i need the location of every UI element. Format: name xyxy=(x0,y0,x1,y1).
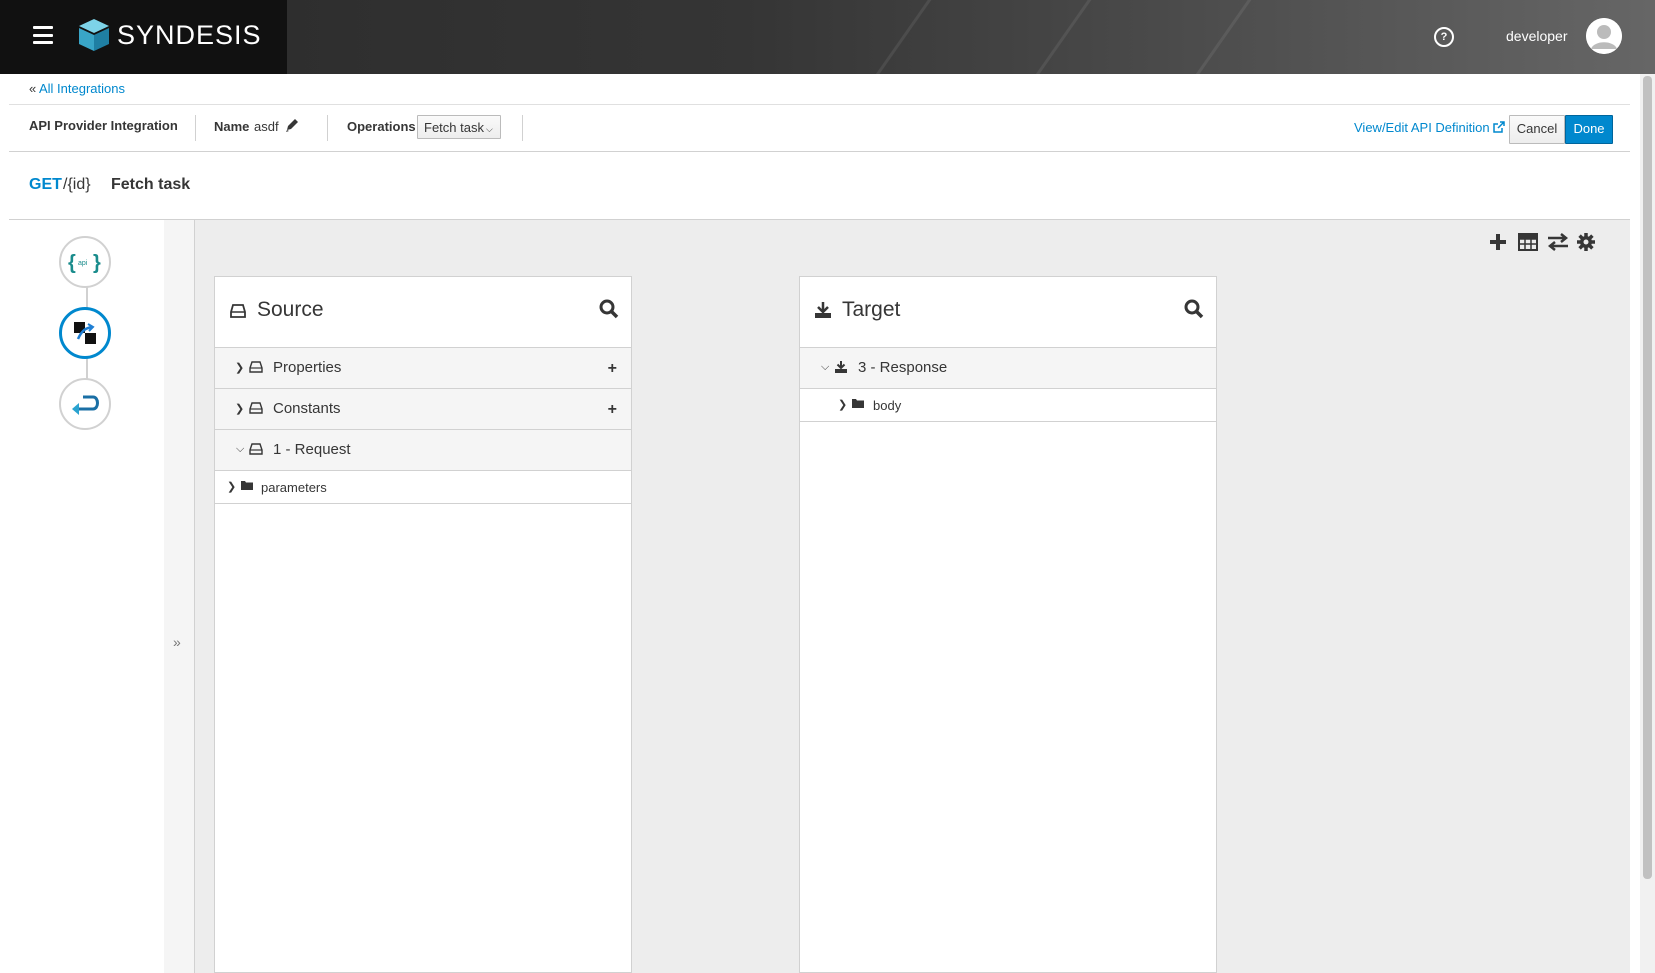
gear-icon[interactable] xyxy=(1575,232,1597,252)
operation-name: Fetch task xyxy=(111,176,191,193)
masthead-decoration xyxy=(1174,0,1269,74)
plus-icon[interactable] xyxy=(1487,232,1509,252)
chevron-right-icon[interactable]: ❯ xyxy=(235,402,244,415)
target-title: Target xyxy=(842,298,901,321)
document-label: Properties xyxy=(273,359,342,376)
search-icon[interactable] xyxy=(599,299,619,319)
view-edit-api-link[interactable]: View/Edit API Definition xyxy=(1354,120,1505,135)
source-header: Source xyxy=(215,277,631,348)
source-document-constants[interactable]: ❯ Constants + xyxy=(215,389,631,430)
collapse-panel: » xyxy=(164,220,195,973)
integration-toolbar: API Provider Integration Name asdf Opera… xyxy=(9,105,1630,152)
download-icon xyxy=(835,361,847,373)
return-step[interactable] xyxy=(59,378,111,430)
brand-name: SYNDESIS xyxy=(117,20,262,50)
http-method: GET xyxy=(29,176,62,193)
hdd-icon xyxy=(249,361,263,373)
source-panel: Source ❯ Properties + ❯ Constants + ⌵ 1 … xyxy=(214,276,632,973)
download-icon xyxy=(815,302,831,318)
mapper-icon xyxy=(74,322,96,344)
hamburger-icon[interactable] xyxy=(33,26,53,44)
return-arrow-icon xyxy=(72,395,99,415)
chevron-down-icon[interactable]: ⌵ xyxy=(236,443,244,456)
done-button[interactable]: Done xyxy=(1565,115,1613,144)
table-icon[interactable] xyxy=(1517,232,1539,252)
scrollbar-thumb[interactable] xyxy=(1643,76,1652,879)
syndesis-logo-icon xyxy=(79,19,109,51)
integration-type-title: API Provider Integration xyxy=(29,118,178,133)
operations-dropdown[interactable]: Fetch task ⌵ xyxy=(417,115,501,139)
source-title: Source xyxy=(257,298,324,321)
data-mapper-canvas: Source ❯ Properties + ❯ Constants + ⌵ 1 … xyxy=(195,220,1630,973)
document-label: Constants xyxy=(273,400,341,417)
field-label: parameters xyxy=(261,480,327,495)
folder-icon xyxy=(241,481,253,490)
search-icon[interactable] xyxy=(1184,299,1204,319)
pencil-icon[interactable] xyxy=(285,117,299,133)
chevron-right-icon[interactable]: ❯ xyxy=(235,361,244,374)
hdd-icon xyxy=(230,304,246,318)
all-integrations-link[interactable]: All Integrations xyxy=(39,81,125,96)
expand-toggle[interactable]: » xyxy=(173,634,181,650)
operations-label: Operations xyxy=(347,119,416,134)
masthead-decoration xyxy=(1014,0,1109,74)
exchange-icon[interactable] xyxy=(1547,232,1569,252)
username[interactable]: developer xyxy=(1506,28,1568,44)
chevron-down-icon[interactable]: ⌵ xyxy=(821,361,829,374)
view-edit-label: View/Edit API Definition xyxy=(1354,120,1490,135)
target-header: Target xyxy=(800,277,1216,348)
endpoint-path: /{id} xyxy=(63,176,91,193)
source-document-properties[interactable]: ❯ Properties + xyxy=(215,348,631,389)
divider xyxy=(195,115,196,141)
help-icon[interactable]: ? xyxy=(1434,27,1454,47)
divider xyxy=(522,115,523,141)
target-panel: Target ⌵ 3 - Response ❯ body xyxy=(799,276,1217,973)
data-mapper-step[interactable] xyxy=(59,307,111,359)
flow-steps-panel: { api } xyxy=(9,220,165,973)
external-link-icon xyxy=(1493,121,1505,133)
field-label: body xyxy=(873,398,902,413)
document-label: 1 - Request xyxy=(273,441,351,458)
divider xyxy=(327,115,328,141)
svg-text:}: } xyxy=(93,252,101,273)
page-scrollbar[interactable] xyxy=(1640,74,1655,973)
breadcrumb-separator: « xyxy=(29,81,37,96)
hdd-icon xyxy=(249,443,263,455)
masthead: SYNDESIS ? developer xyxy=(0,0,1655,74)
api-provider-step[interactable]: { api } xyxy=(59,236,111,288)
add-constant-icon[interactable]: + xyxy=(608,401,617,419)
breadcrumb: « All Integrations xyxy=(9,74,1630,105)
integration-name-value: asdf xyxy=(254,119,279,134)
svg-text:{: { xyxy=(68,252,76,273)
add-property-icon[interactable]: + xyxy=(608,360,617,378)
chevron-down-icon: ⌵ xyxy=(485,124,493,134)
user-avatar-icon xyxy=(1586,18,1622,54)
folder-icon xyxy=(852,399,864,408)
operations-selected: Fetch task xyxy=(424,120,484,135)
name-label: Name xyxy=(214,119,250,134)
source-document-request[interactable]: ⌵ 1 - Request xyxy=(215,430,631,471)
api-icon: { api } xyxy=(68,252,101,273)
operation-header: GET /{id} Fetch task xyxy=(9,152,1630,220)
avatar[interactable] xyxy=(1586,18,1622,54)
chevron-right-icon[interactable]: ❯ xyxy=(227,480,236,493)
svg-text:api: api xyxy=(78,260,88,267)
target-field-body[interactable]: ❯ body xyxy=(800,389,1216,422)
masthead-decoration xyxy=(854,0,949,74)
source-field-parameters[interactable]: ❯ parameters xyxy=(215,471,631,504)
hdd-icon xyxy=(249,402,263,414)
chevron-right-icon[interactable]: ❯ xyxy=(838,398,847,411)
document-label: 3 - Response xyxy=(858,359,948,376)
target-document-response[interactable]: ⌵ 3 - Response xyxy=(800,348,1216,389)
cancel-button[interactable]: Cancel xyxy=(1509,115,1565,144)
